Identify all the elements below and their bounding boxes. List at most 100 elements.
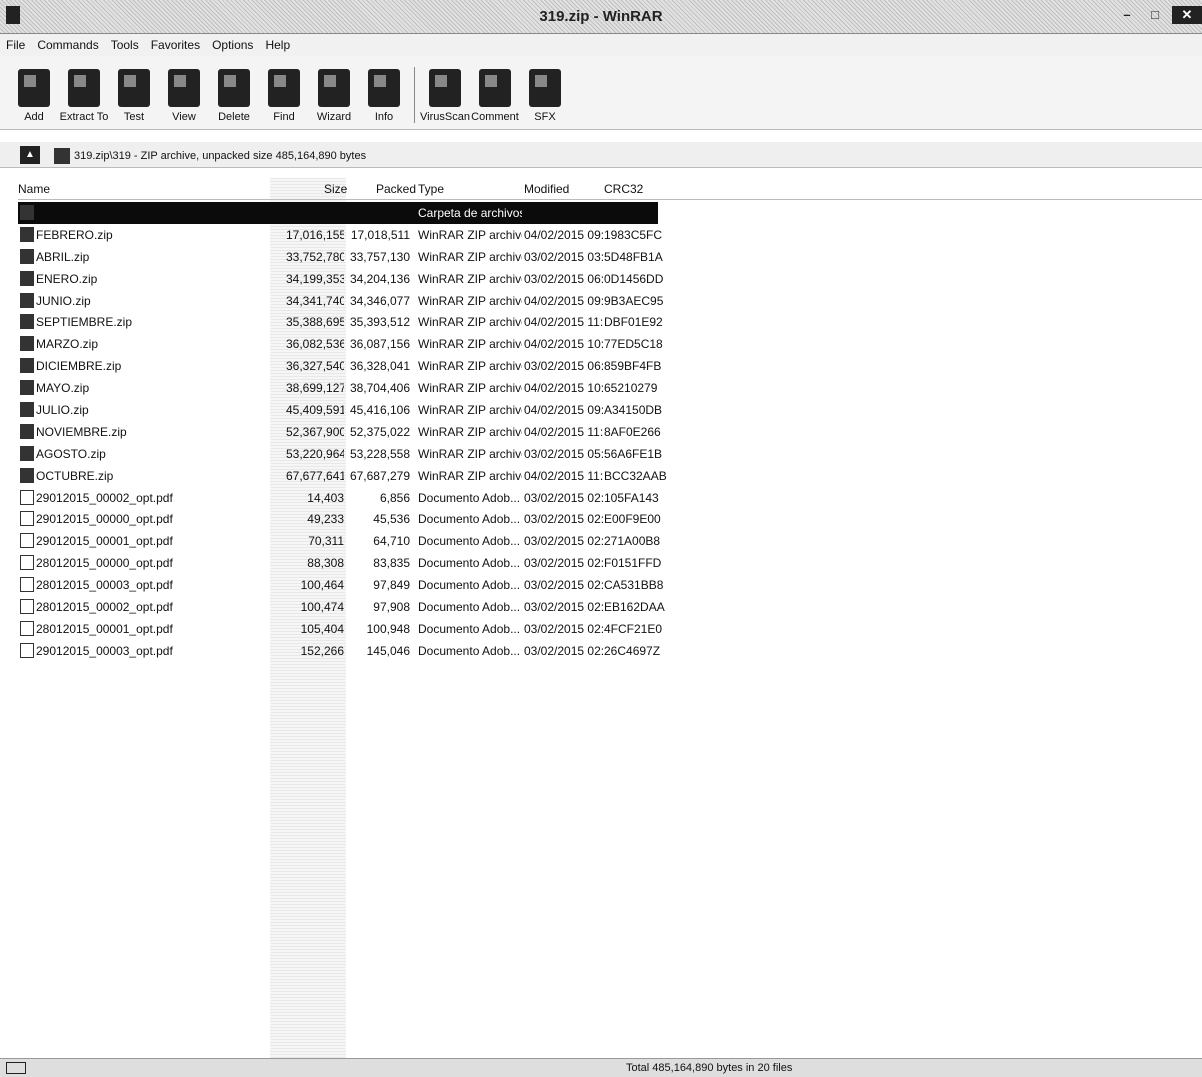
status-text: Total 485,164,890 bytes in 20 files <box>626 1062 793 1074</box>
file-crc32: 26C4697Z <box>604 643 661 658</box>
file-row[interactable]: 28012015_00000_opt.pdf 88,308 83,835 Docume… <box>18 552 661 574</box>
file-type: WinRAR ZIP archive <box>418 315 522 330</box>
column-header-type[interactable]: Type <box>418 182 444 196</box>
file-modified: 03/02/2015 02:... <box>524 578 604 593</box>
file-type: WinRAR ZIP archive <box>418 271 522 286</box>
file-row[interactable]: 28012015_00001_opt.pdf 105,404 100,948 Docu… <box>18 618 662 640</box>
comment-button[interactable]: Comment <box>471 69 519 123</box>
file-modified: 03/02/2015 02:... <box>524 643 604 658</box>
file-row[interactable]: ENERO.zip 34,199,353 34,204,136 WinRAR ZIP … <box>18 268 663 290</box>
add-button[interactable]: Add <box>10 69 58 123</box>
file-row[interactable]: ABRIL.zip 33,752,780 33,757,130 WinRAR ZIP … <box>18 246 663 268</box>
zip-file-icon <box>20 314 34 330</box>
file-row[interactable]: 29012015_00002_opt.pdf 14,403 6,856 Documen… <box>18 487 659 509</box>
delete-button[interactable]: Delete <box>210 69 258 123</box>
file-row[interactable]: 29012015_00000_opt.pdf 49,233 45,536 Docume… <box>18 508 661 530</box>
file-row[interactable]: MARZO.zip 36,082,536 36,087,156 WinRAR ZIP … <box>18 333 663 355</box>
file-name: AGOSTO.zip <box>36 446 106 461</box>
menu-favorites[interactable]: Favorites <box>149 38 202 52</box>
add-icon <box>18 69 50 107</box>
file-row[interactable]: DICIEMBRE.zip 36,327,540 36,328,041 WinRAR … <box>18 355 661 377</box>
virusscan-icon <box>429 69 461 107</box>
file-name: 28012015_00002_opt.pdf <box>36 600 173 615</box>
file-type: Documento Adob... <box>418 512 521 527</box>
file-row[interactable]: 28012015_00003_opt.pdf 100,464 97,849 Docum… <box>18 574 663 596</box>
file-type: WinRAR ZIP archive <box>418 359 522 374</box>
file-row[interactable]: Carpeta de archivos <box>18 202 658 224</box>
file-row[interactable]: MAYO.zip 38,699,127 38,704,406 WinRAR ZIP a… <box>18 377 658 399</box>
test-button[interactable]: Test <box>110 69 158 123</box>
file-row[interactable]: SEPTIEMBRE.zip 35,388,695 35,393,512 WinRAR… <box>18 311 663 333</box>
virusscan-button[interactable]: VirusScan <box>420 69 470 123</box>
delete-button-label: Delete <box>218 111 250 123</box>
file-modified: 04/02/2015 10:... <box>524 337 604 352</box>
file-modified: 04/02/2015 09:... <box>524 403 604 418</box>
info-button[interactable]: Info <box>360 69 408 123</box>
file-packed: 45,536 <box>373 512 410 527</box>
column-header-modified[interactable]: Modified <box>524 182 569 196</box>
file-list: Name Size Packed Type Modified CRC32 Car… <box>0 178 1202 1058</box>
file-name: ABRIL.zip <box>36 249 90 264</box>
file-row[interactable]: 29012015_00001_opt.pdf 70,311 64,710 Docume… <box>18 530 660 552</box>
file-row[interactable]: 28012015_00002_opt.pdf 100,474 97,908 Docum… <box>18 596 665 618</box>
comment-button-label: Comment <box>471 111 519 123</box>
info-icon <box>368 69 400 107</box>
file-name: 29012015_00002_opt.pdf <box>36 490 173 505</box>
toolbar-separator <box>414 67 415 123</box>
file-type: Carpeta de archivos <box>418 206 522 220</box>
path-field[interactable]: 319.zip\319 - ZIP archive, unpacked size… <box>54 146 366 166</box>
file-crc32: DBF01E92 <box>604 315 663 330</box>
file-type: WinRAR ZIP archive <box>418 381 522 396</box>
up-one-level-button[interactable]: ▲ <box>20 146 40 164</box>
file-packed: 52,375,022 <box>349 424 410 439</box>
file-packed: 100,948 <box>366 621 410 636</box>
file-name: 28012015_00003_opt.pdf <box>36 578 173 593</box>
file-name: 29012015_00003_opt.pdf <box>36 643 173 658</box>
menu-options[interactable]: Options <box>210 38 255 52</box>
zip-file-icon <box>20 380 34 396</box>
file-modified: 04/02/2015 09:... <box>524 227 604 242</box>
wizard-button[interactable]: Wizard <box>310 69 358 123</box>
file-modified: 03/02/2015 02:... <box>524 621 604 636</box>
maximize-button[interactable]: □ <box>1144 6 1166 24</box>
file-name: OCTUBRE.zip <box>36 468 114 483</box>
file-row[interactable]: FEBRERO.zip 17,016,155 17,018,511 WinRAR ZI… <box>18 224 662 246</box>
extract-to-button[interactable]: Extract To <box>60 69 108 123</box>
column-header-size[interactable]: Size <box>324 182 347 196</box>
zip-file-icon <box>20 423 34 439</box>
file-row[interactable]: AGOSTO.zip 53,220,964 53,228,558 WinRAR ZIP… <box>18 443 662 465</box>
sfx-button[interactable]: SFX <box>521 69 569 123</box>
file-packed: 67,687,279 <box>349 468 410 483</box>
find-button[interactable]: Find <box>260 69 308 123</box>
drive-icon <box>6 1062 26 1074</box>
file-name: JULIO.zip <box>36 403 89 418</box>
file-row[interactable]: JULIO.zip 45,409,591 45,416,106 WinRAR ZIP … <box>18 399 662 421</box>
file-row[interactable]: NOVIEMBRE.zip 52,367,900 52,375,022 WinRAR … <box>18 421 661 443</box>
menu-bar: File Commands Tools Favorites Options He… <box>0 34 1202 56</box>
column-header-packed[interactable]: Packed <box>376 182 416 196</box>
view-button[interactable]: View <box>160 69 208 123</box>
menu-file[interactable]: File <box>4 38 27 52</box>
close-button[interactable]: ✕ <box>1172 6 1202 24</box>
file-name: MARZO.zip <box>36 337 99 352</box>
extract-to-button-label: Extract To <box>59 111 109 123</box>
menu-tools[interactable]: Tools <box>109 38 141 52</box>
file-row[interactable]: OCTUBRE.zip 67,677,641 67,687,279 WinRAR ZI… <box>18 465 667 487</box>
menu-help[interactable]: Help <box>263 38 292 52</box>
file-modified: 03/02/2015 02:... <box>524 490 604 505</box>
file-crc32: 0D1456DD <box>604 271 664 286</box>
column-header-crc32[interactable]: CRC32 <box>604 182 643 196</box>
pdf-file-icon <box>20 533 34 549</box>
file-name: 28012015_00001_opt.pdf <box>36 621 173 636</box>
column-header-name[interactable]: Name <box>18 182 50 196</box>
menu-commands[interactable]: Commands <box>35 38 100 52</box>
zip-file-icon <box>20 292 34 308</box>
minimize-button[interactable]: – <box>1116 6 1138 24</box>
file-row[interactable]: 29012015_00003_opt.pdf 152,266 145,046 Docu… <box>18 640 660 662</box>
file-packed: 34,346,077 <box>349 293 410 308</box>
file-crc32: 56A6FE1B <box>604 446 663 461</box>
test-icon <box>118 69 150 107</box>
file-modified: 03/02/2015 02:... <box>524 512 604 527</box>
file-row[interactable]: JUNIO.zip 34,341,740 34,346,077 WinRAR ZIP … <box>18 290 663 312</box>
file-size: 52,367,900 <box>286 424 344 439</box>
